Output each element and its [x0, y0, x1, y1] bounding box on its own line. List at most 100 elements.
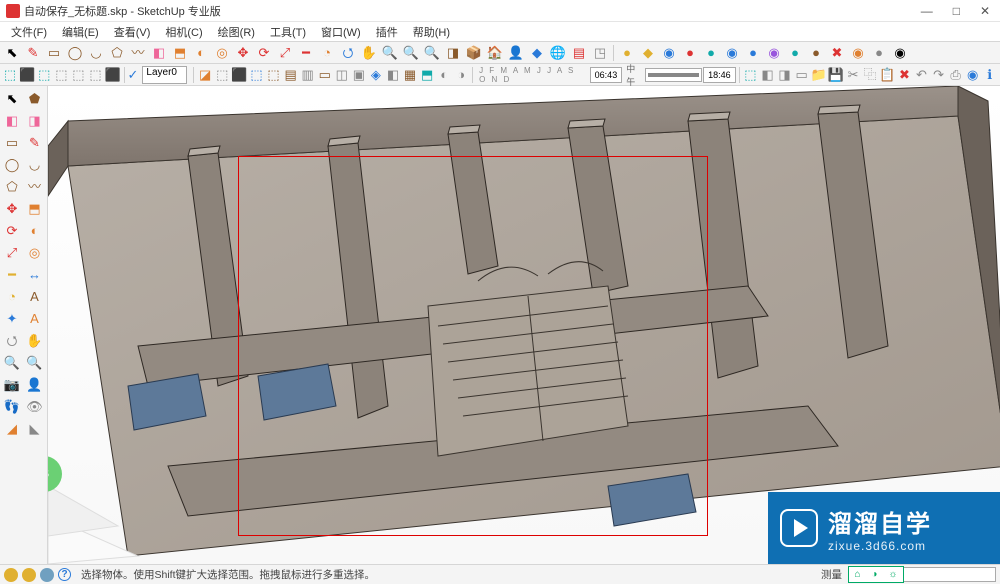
b6-icon[interactable]: ◉ [722, 43, 742, 63]
box3-icon[interactable]: ⬚ [36, 65, 52, 85]
open-icon[interactable]: 📁 [811, 65, 827, 85]
minimize-button[interactable]: — [921, 4, 933, 18]
sc-c[interactable]: ☼ [888, 569, 897, 580]
undo-icon[interactable]: ↶ [913, 65, 929, 85]
rectangle-icon[interactable]: ▭ [44, 43, 64, 63]
status-icon-1[interactable] [4, 568, 18, 582]
man-icon[interactable]: 👤 [506, 43, 526, 63]
cam1-icon[interactable]: 📷 [2, 374, 22, 394]
b7-icon[interactable]: ● [743, 43, 763, 63]
rect-icon[interactable]: ▭ [2, 132, 22, 152]
b8-icon[interactable]: ◉ [764, 43, 784, 63]
followme-icon[interactable]: ◐ [191, 43, 211, 63]
followme-icon[interactable]: ◐ [25, 220, 45, 240]
move-icon[interactable]: ✥ [233, 43, 253, 63]
box7-icon[interactable]: ⬛ [105, 65, 121, 85]
menu-工具(T)[interactable]: 工具(T) [263, 22, 313, 42]
b9-icon[interactable]: ● [785, 43, 805, 63]
rotate-icon[interactable]: ⟳ [254, 43, 274, 63]
c13-icon[interactable]: ▦ [402, 65, 418, 85]
d1-icon[interactable]: ⬚ [742, 65, 758, 85]
info-icon[interactable]: ℹ [982, 65, 998, 85]
circle-icon[interactable]: ◯ [65, 43, 85, 63]
b11-icon[interactable]: ✖ [827, 43, 847, 63]
print-icon[interactable]: ⎙ [948, 65, 964, 85]
time1-box[interactable]: 06:43 [590, 67, 623, 83]
select-icon[interactable]: ⬉ [2, 43, 22, 63]
tape-icon[interactable]: ━ [2, 264, 22, 284]
dim-icon[interactable]: ↔ [25, 264, 45, 284]
c16-icon[interactable]: ◑ [453, 65, 469, 85]
pan-icon[interactable]: ✋ [25, 330, 45, 350]
tape-icon[interactable]: ━ [296, 43, 316, 63]
cam2-icon[interactable]: 👤 [25, 374, 45, 394]
axes-icon[interactable]: ✦ [2, 308, 22, 328]
c11-icon[interactable]: ◈ [368, 65, 384, 85]
section-icon[interactable]: ◢ [2, 418, 22, 438]
c4-icon[interactable]: ⬚ [248, 65, 264, 85]
menu-窗口(W)[interactable]: 窗口(W) [314, 22, 368, 42]
rotate-icon[interactable]: ⟳ [2, 220, 22, 240]
iso-icon[interactable]: ◨ [443, 43, 463, 63]
opts-icon[interactable]: ◉ [965, 65, 981, 85]
c1-icon[interactable]: ◪ [197, 65, 213, 85]
scale-icon[interactable]: ⤢ [2, 242, 22, 262]
pan-icon[interactable]: ✋ [359, 43, 379, 63]
offset-icon[interactable]: ◎ [25, 242, 45, 262]
time2-box[interactable]: 18:46 [703, 67, 736, 83]
layers-icon[interactable]: ◆ [527, 43, 547, 63]
menu-文件(F)[interactable]: 文件(F) [4, 22, 54, 42]
freehand-icon[interactable]: 〰 [128, 43, 148, 63]
c6-icon[interactable]: ▤ [283, 65, 299, 85]
walk-icon[interactable]: 👣 [2, 396, 22, 416]
save-icon[interactable]: 💾 [828, 65, 844, 85]
copy-icon[interactable]: ⿻ [862, 65, 878, 85]
protractor-icon[interactable]: ◔ [317, 43, 337, 63]
box4-icon[interactable]: ⬚ [53, 65, 69, 85]
menu-查看(V)[interactable]: 查看(V) [107, 22, 158, 42]
b4-icon[interactable]: ● [680, 43, 700, 63]
redo-icon[interactable]: ↷ [930, 65, 946, 85]
b1-icon[interactable]: ● [617, 43, 637, 63]
c8-icon[interactable]: ▭ [317, 65, 333, 85]
arc-icon[interactable]: ◡ [25, 154, 45, 174]
d2-icon[interactable]: ◧ [759, 65, 775, 85]
sc-b[interactable]: ◑ [871, 569, 877, 580]
select-icon[interactable]: ⬉ [2, 88, 22, 108]
shadow-slider[interactable] [645, 68, 702, 82]
layer-select[interactable]: Layer0 [142, 66, 187, 84]
circle-icon[interactable]: ◯ [2, 154, 22, 174]
box1-icon[interactable]: ⬚ [2, 65, 18, 85]
zoom-icon[interactable]: 🔍 [2, 352, 22, 372]
c5-icon[interactable]: ⬚ [266, 65, 282, 85]
eraser-icon[interactable]: ◧ [149, 43, 169, 63]
b12-icon[interactable]: ◉ [848, 43, 868, 63]
look-icon[interactable]: 👁 [25, 396, 45, 416]
box5-icon[interactable]: ⬚ [70, 65, 86, 85]
c9-icon[interactable]: ◫ [334, 65, 350, 85]
c14-icon[interactable]: ⬒ [419, 65, 435, 85]
pushpull-icon[interactable]: ⬒ [170, 43, 190, 63]
layer-visible-icon[interactable]: ✓ [127, 68, 138, 81]
menu-编辑(E)[interactable]: 编辑(E) [55, 22, 106, 42]
arc-icon[interactable]: ◡ [86, 43, 106, 63]
offset-icon[interactable]: ◎ [212, 43, 232, 63]
sec2-icon[interactable]: ◣ [25, 418, 45, 438]
styles-icon[interactable]: ◳ [590, 43, 610, 63]
move-icon[interactable]: ✥ [2, 198, 22, 218]
b5-icon[interactable]: ● [701, 43, 721, 63]
zoom-extents-icon[interactable]: 🔍 [401, 43, 421, 63]
text-icon[interactable]: A [25, 286, 45, 306]
layout-icon[interactable]: ▤ [569, 43, 589, 63]
eraser-icon[interactable]: ◧ [2, 110, 22, 130]
box2-icon[interactable]: ⬛ [19, 65, 35, 85]
c7-icon[interactable]: ▥ [300, 65, 316, 85]
close-button[interactable]: ✕ [980, 4, 990, 18]
paste-icon[interactable]: 📋 [879, 65, 895, 85]
b10-icon[interactable]: ● [806, 43, 826, 63]
menu-绘图(R)[interactable]: 绘图(R) [211, 22, 262, 42]
zoom2-icon[interactable]: 🔍 [25, 352, 45, 372]
c2-icon[interactable]: ⬚ [214, 65, 230, 85]
c12-icon[interactable]: ◧ [385, 65, 401, 85]
menu-相机(C)[interactable]: 相机(C) [158, 22, 209, 42]
